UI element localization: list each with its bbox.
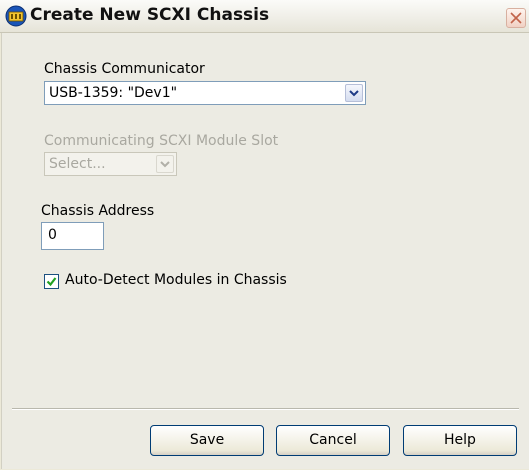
auto-detect-label[interactable]: Auto-Detect Modules in Chassis: [65, 272, 287, 288]
chassis-communicator-select[interactable]: USB-1359: "Dev1": [44, 81, 366, 105]
chassis-communicator-value: USB-1359: "Dev1": [49, 85, 178, 101]
auto-detect-checkbox[interactable]: [44, 274, 59, 289]
help-button[interactable]: Help: [403, 425, 517, 456]
module-slot-value: Select...: [49, 156, 106, 172]
module-slot-label: Communicating SCXI Module Slot: [44, 133, 279, 149]
close-icon: [510, 12, 522, 24]
chassis-address-field[interactable]: 0: [41, 222, 104, 250]
window-title: Create New SCXI Chassis: [30, 5, 270, 25]
module-slot-select[interactable]: Select...: [44, 152, 177, 176]
chassis-communicator-label: Chassis Communicator: [44, 61, 205, 77]
dialog-body: Chassis Communicator USB-1359: "Dev1" Co…: [1, 33, 529, 469]
title-bar[interactable]: Create New SCXI Chassis: [0, 0, 529, 33]
chevron-down-icon[interactable]: [345, 84, 363, 102]
close-button[interactable]: [506, 8, 526, 28]
chassis-address-value: 0: [48, 227, 57, 243]
save-button[interactable]: Save: [150, 425, 264, 456]
checkmark-icon: [46, 277, 57, 287]
chassis-address-label: Chassis Address: [41, 203, 155, 219]
scxi-chassis-icon: [4, 4, 28, 28]
cancel-button[interactable]: Cancel: [276, 425, 390, 456]
chevron-down-icon[interactable]: [156, 155, 174, 173]
footer-separator: [12, 408, 519, 410]
